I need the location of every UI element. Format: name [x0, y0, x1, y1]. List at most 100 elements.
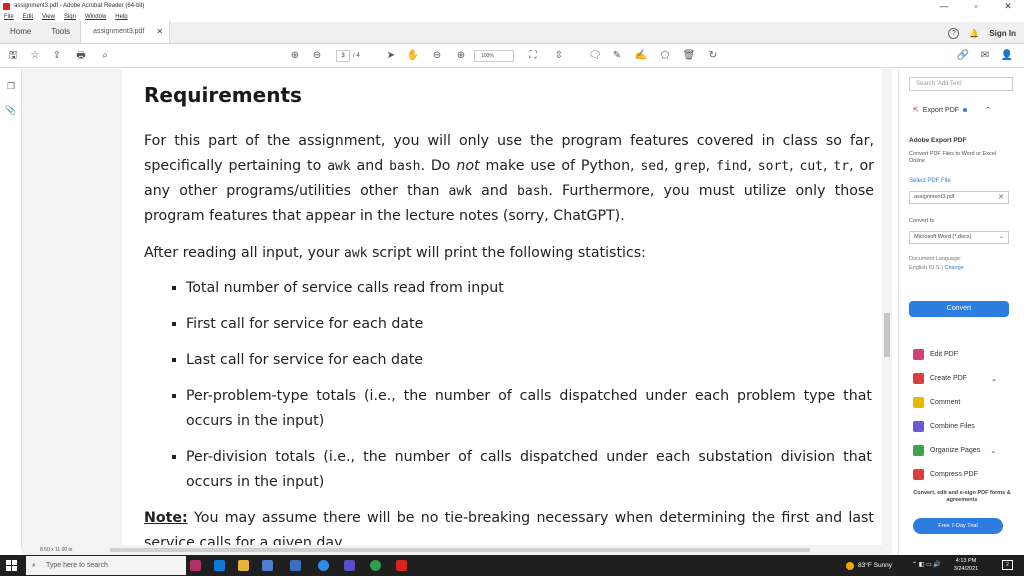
- upload-cloud-icon[interactable]: ⇪: [50, 49, 64, 63]
- minimize-button[interactable]: —: [928, 0, 960, 12]
- file-explorer-icon[interactable]: [238, 560, 249, 571]
- menu-edit[interactable]: Edit: [23, 14, 33, 20]
- stamp-icon[interactable]: ⬠: [658, 49, 672, 63]
- page-total: / 4: [353, 53, 360, 59]
- tab-document[interactable]: assignment3.pdf ✕: [80, 21, 171, 43]
- weather-widget[interactable]: 83°F Sunny: [846, 555, 892, 576]
- select-file-link[interactable]: Select PDF File: [909, 178, 951, 184]
- close-tab-icon[interactable]: ✕: [156, 21, 163, 43]
- draw-icon[interactable]: ✍: [634, 49, 648, 63]
- search-icon[interactable]: ⌕: [98, 49, 112, 63]
- edge-icon[interactable]: [214, 560, 225, 571]
- help-icon[interactable]: ?: [948, 27, 960, 39]
- zoom-in-icon[interactable]: ⊕: [454, 49, 468, 63]
- taskbar-clock[interactable]: 4:13 PM 3/24/2021: [948, 557, 984, 573]
- tab-document-label: assignment3.pdf: [93, 28, 145, 35]
- hand-tool-icon[interactable]: ✋: [406, 49, 420, 63]
- chevron-down-icon[interactable]: ⌄: [991, 375, 997, 383]
- menu-sign[interactable]: Sign: [64, 14, 76, 20]
- document-viewport[interactable]: Requirements For this part of the assign…: [22, 69, 892, 545]
- status-bar: 8.50 x 11.00 in: [22, 545, 892, 555]
- clear-file-icon[interactable]: ✕: [998, 192, 1004, 203]
- change-language-link[interactable]: Change: [944, 265, 963, 271]
- menu-view[interactable]: View: [42, 14, 55, 20]
- sun-icon: [846, 561, 854, 570]
- tool-combine-files[interactable]: Combine Files: [913, 421, 975, 432]
- store-icon[interactable]: [262, 560, 273, 571]
- bell-icon[interactable]: 🔔: [969, 29, 979, 38]
- select-cursor-icon[interactable]: ➤: [384, 49, 398, 63]
- menu-help[interactable]: Help: [115, 14, 127, 20]
- scrollbar-thumb[interactable]: [884, 313, 890, 357]
- mail-icon[interactable]: [290, 560, 301, 571]
- skype-icon[interactable]: [318, 560, 329, 571]
- acrobat-taskbar-icon[interactable]: [396, 560, 407, 571]
- window-controls: — ▫ ✕: [928, 0, 1024, 12]
- windows-start-icon[interactable]: [6, 560, 17, 571]
- tool-comment[interactable]: Comment: [913, 397, 960, 408]
- page-number-input[interactable]: 3: [336, 50, 350, 62]
- search-icon: ⌕: [32, 562, 36, 569]
- task-view-icon[interactable]: [190, 560, 201, 571]
- app-icon[interactable]: [344, 560, 355, 571]
- export-pdf-header[interactable]: ⇱ Export PDF ⌃: [913, 106, 991, 115]
- email-icon[interactable]: ✉: [978, 49, 992, 63]
- fit-page-icon[interactable]: ⛶: [526, 49, 540, 63]
- bookmark-star-icon[interactable]: ☆: [28, 49, 42, 63]
- page-down-icon[interactable]: ⊖: [310, 49, 324, 63]
- note-label: Note:: [144, 510, 188, 526]
- zoom-out-icon[interactable]: ⊖: [430, 49, 444, 63]
- collapse-chevron-icon[interactable]: ⌃: [985, 106, 991, 114]
- list-item: Per-problem-type totals (i.e., the numbe…: [172, 384, 872, 434]
- sign-in-button[interactable]: Sign In: [989, 29, 1016, 38]
- right-tools-panel: Search 'Add Text' ⇱ Export PDF ⌃ Adobe E…: [898, 69, 1024, 555]
- maximize-button[interactable]: ▫: [960, 0, 992, 12]
- chrome-icon[interactable]: [370, 560, 381, 571]
- highlight-pen-icon[interactable]: ✎: [610, 49, 624, 63]
- selected-file-field[interactable]: assignment3.pdf ✕: [909, 191, 1009, 204]
- add-user-icon[interactable]: 👤: [1000, 49, 1014, 63]
- tab-tools[interactable]: Tools: [41, 21, 80, 43]
- export-description: Convert PDF Files to Word or Excel Onlin…: [909, 151, 997, 164]
- delete-icon[interactable]: 🗑: [682, 49, 696, 63]
- save-icon[interactable]: 🖫: [6, 49, 20, 63]
- notification-icon[interactable]: 2: [1002, 560, 1013, 570]
- taskbar-search-input[interactable]: ⌕ Type here to search: [26, 556, 186, 575]
- paragraph-requirements: For this part of the assignment, you wil…: [144, 133, 874, 224]
- scroll-mode-icon[interactable]: ⇳: [552, 49, 566, 63]
- comment-icon[interactable]: 🗨: [588, 49, 602, 63]
- tool-edit-pdf[interactable]: Edit PDF: [913, 349, 958, 360]
- chevron-down-icon: ⌄: [998, 234, 1004, 240]
- zoom-level-select[interactable]: 100%: [474, 50, 514, 62]
- tool-create-pdf[interactable]: Create PDF ⌄: [913, 373, 997, 384]
- close-window-button[interactable]: ✕: [992, 0, 1024, 12]
- tabbar-right: ? 🔔 Sign In: [948, 22, 1016, 44]
- tab-home[interactable]: Home: [0, 21, 41, 43]
- export-title: Adobe Export PDF: [909, 137, 967, 144]
- convert-to-label: Convert to: [909, 218, 935, 224]
- tool-search-input[interactable]: Search 'Add Text': [909, 77, 1013, 91]
- system-tray-icons[interactable]: ⌃ ◧ ▭ 🔊: [912, 561, 941, 568]
- section-heading: Requirements: [144, 83, 302, 107]
- tool-organize-pages[interactable]: Organize Pages ⌄: [913, 445, 996, 456]
- horizontal-scrollbar[interactable]: [110, 548, 810, 552]
- print-icon[interactable]: 🖶: [74, 49, 88, 63]
- free-trial-button[interactable]: Free 7-Day Trial: [913, 518, 1003, 534]
- format-select[interactable]: Microsoft Word (*.docx) ⌄: [909, 231, 1009, 244]
- menu-file[interactable]: File: [4, 14, 14, 20]
- vertical-scrollbar[interactable]: [882, 69, 892, 545]
- pages-panel-icon[interactable]: ❐: [5, 81, 17, 93]
- list-item: Per-division totals (i.e., the number of…: [172, 445, 872, 495]
- convert-button[interactable]: Convert: [909, 301, 1009, 317]
- rotate-icon[interactable]: ↻: [706, 49, 720, 63]
- pdf-page: Requirements For this part of the assign…: [122, 69, 882, 545]
- menu-window[interactable]: Window: [85, 14, 106, 20]
- attachments-icon[interactable]: 📎: [5, 105, 17, 117]
- page-up-icon[interactable]: ⊕: [288, 49, 302, 63]
- share-link-icon[interactable]: 🔗: [956, 49, 970, 63]
- toolbar: 🖫 ☆ ⇪ 🖶 ⌕ ⊕ ⊖ 3 / 4 ➤ ✋ ⊖ ⊕ 100% ⛶ ⇳ 🗨 ✎…: [0, 44, 1024, 68]
- tool-compress-pdf[interactable]: Compress PDF: [913, 469, 978, 480]
- chevron-down-icon[interactable]: ⌄: [990, 447, 996, 455]
- left-sidebar: ❐ 📎: [0, 69, 22, 549]
- combine-files-icon: [913, 421, 924, 432]
